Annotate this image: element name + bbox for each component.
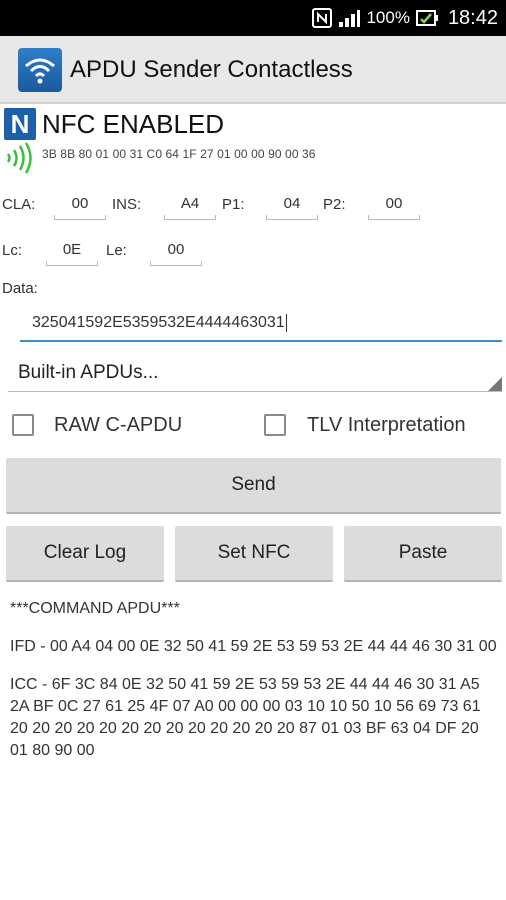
dropdown-triangle-icon xyxy=(488,377,502,391)
raw-capdu-label[interactable]: RAW C-APDU xyxy=(54,414,182,437)
clock: 18:42 xyxy=(447,6,498,29)
p1-label: P1: xyxy=(222,196,245,213)
ins-label: INS: xyxy=(112,196,142,213)
set-nfc-button[interactable]: Set NFC xyxy=(175,526,333,582)
battery-icon xyxy=(415,9,438,27)
log-ifd-line: IFD - 00 A4 04 00 0E 32 50 41 59 2E 53 5… xyxy=(10,638,497,655)
lc-field[interactable]: 0E xyxy=(46,238,98,266)
p1-field[interactable]: 04 xyxy=(266,192,318,220)
signal-icon xyxy=(338,8,361,28)
data-input[interactable]: 325041592E5359532E4444463031 xyxy=(20,308,502,342)
status-icons: 100% 18:42 xyxy=(312,0,498,36)
log-icc-line: ICC - 6F 3C 84 0E 32 50 41 59 2E 53 59 5… xyxy=(10,676,481,759)
ins-field[interactable]: A4 xyxy=(164,192,216,220)
wifi-icon[interactable] xyxy=(18,48,62,92)
p2-label: P2: xyxy=(323,196,346,213)
data-value: 325041592E5359532E4444463031 xyxy=(32,314,285,331)
data-label: Data: xyxy=(2,280,38,297)
atr-text: 3B 8B 80 01 00 31 C0 64 1F 27 01 00 00 9… xyxy=(42,147,316,161)
p2-field[interactable]: 00 xyxy=(368,192,420,220)
app-title: APDU Sender Contactless xyxy=(70,56,353,83)
send-button[interactable]: Send xyxy=(6,458,501,514)
cla-label: CLA: xyxy=(2,196,36,213)
builtin-apdus-dropdown[interactable]: Built-in APDUs... xyxy=(8,356,502,392)
nfc-logo-icon: N xyxy=(4,108,36,140)
tlv-interpretation-checkbox[interactable] xyxy=(264,414,286,436)
le-field[interactable]: 00 xyxy=(150,238,202,266)
nfc-icon xyxy=(312,8,333,28)
paste-button[interactable]: Paste xyxy=(344,526,502,582)
log-output: ***COMMAND APDU*** IFD - 00 A4 04 00 0E … xyxy=(10,598,498,778)
nfc-status-row: N NFC ENABLED xyxy=(4,108,224,140)
cla-field[interactable]: 00 xyxy=(54,192,106,220)
log-header: ***COMMAND APDU*** xyxy=(10,600,180,617)
lc-label: Lc: xyxy=(2,242,23,259)
contactless-icon xyxy=(4,142,38,179)
text-caret xyxy=(285,313,287,332)
action-bar: APDU Sender Contactless xyxy=(0,36,506,104)
atr-row: 3B 8B 80 01 00 31 C0 64 1F 27 01 00 00 9… xyxy=(4,142,316,176)
nfc-status-text: NFC ENABLED xyxy=(42,108,225,139)
status-bar: 100% 18:42 xyxy=(0,0,506,36)
le-label: Le: xyxy=(106,242,127,259)
tlv-interpretation-label[interactable]: TLV Interpretation xyxy=(307,414,466,437)
builtin-apdus-selected: Built-in APDUs... xyxy=(18,362,159,383)
clear-log-button[interactable]: Clear Log xyxy=(6,526,164,582)
battery-percent: 100% xyxy=(366,8,410,27)
raw-capdu-checkbox[interactable] xyxy=(12,414,34,436)
